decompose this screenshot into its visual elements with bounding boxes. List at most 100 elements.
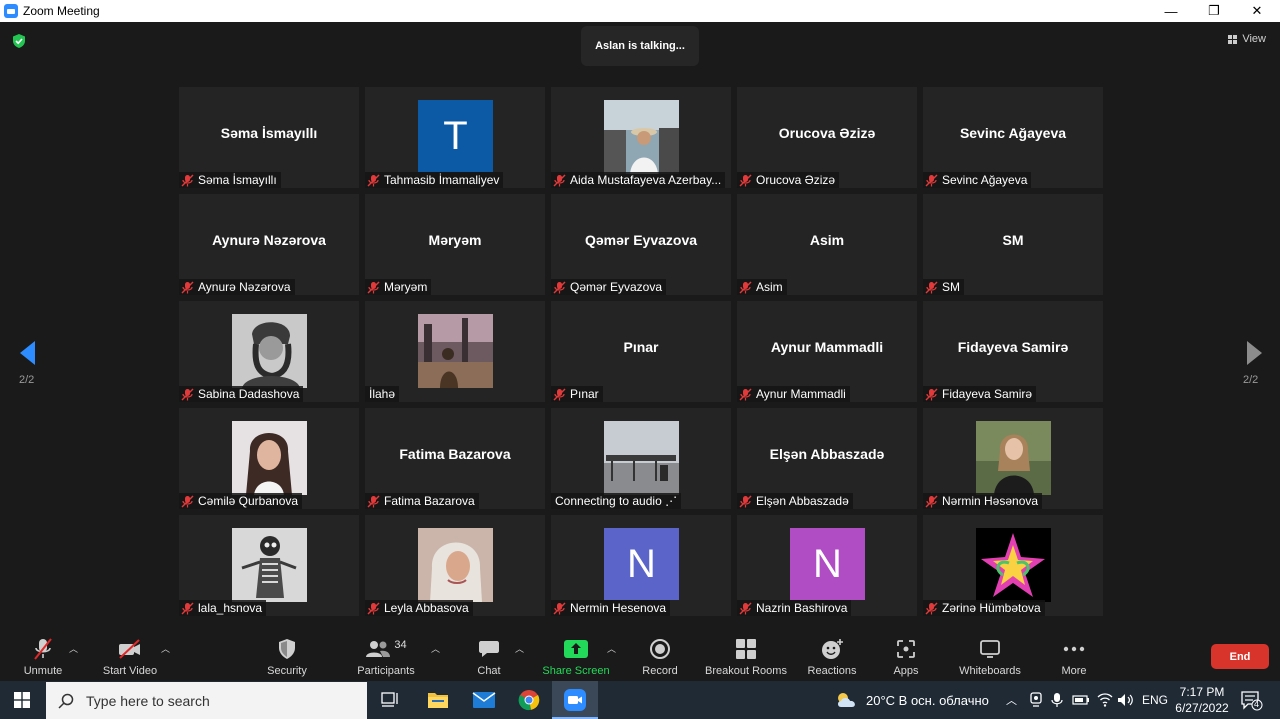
participant-tile[interactable]: Zərinə Hümbətova xyxy=(923,515,1103,616)
participant-tile[interactable]: Leyla Abbasova xyxy=(365,515,545,616)
zoom-taskbar-button[interactable] xyxy=(552,681,598,719)
chat-options-caret-icon[interactable]: ︿ xyxy=(515,642,524,655)
next-page-arrow-icon[interactable] xyxy=(1244,340,1264,366)
muted-microphone-icon xyxy=(181,174,194,187)
participant-name-text: Fatima Bazarova xyxy=(384,494,475,508)
participant-tile[interactable]: Qəmər Eyvazova Qəmər Eyvazova xyxy=(551,194,731,295)
participant-profile-photo xyxy=(232,421,307,495)
participant-name-label: Connecting to audio ⋰ xyxy=(551,493,682,509)
weather-cloud-icon[interactable] xyxy=(836,692,858,708)
participant-tile[interactable]: Nərmin Həsənova xyxy=(923,408,1103,509)
participant-display-name: Fidayeva Samirə xyxy=(957,339,1069,355)
apps-button[interactable]: Apps xyxy=(888,632,924,681)
participant-tile[interactable]: Aynur Mammadli Aynur Mammadli xyxy=(737,301,917,402)
whiteboards-button[interactable]: Whiteboards xyxy=(954,632,1026,681)
notification-count: 4 xyxy=(1254,699,1260,709)
participant-name-label: Nazrin Bashirova xyxy=(737,600,852,616)
share-options-caret-icon[interactable]: ︿ xyxy=(607,642,616,655)
windows-start-icon[interactable] xyxy=(14,692,30,708)
participant-tile[interactable]: İlahə xyxy=(365,301,545,402)
participant-tile[interactable]: Elşən Abbaszadə Elşən Abbaszadə xyxy=(737,408,917,509)
participant-name-label: Səma İsmayıllı xyxy=(179,172,281,188)
participant-profile-photo xyxy=(604,421,679,495)
microphone-muted-icon xyxy=(34,638,52,660)
participant-tile[interactable]: Asim Asim xyxy=(737,194,917,295)
view-label: View xyxy=(1242,33,1266,45)
webcam-tray-icon[interactable] xyxy=(1029,692,1043,708)
reactions-button[interactable]: Reactions xyxy=(806,632,858,681)
participant-name-label: lala_hsnova xyxy=(179,600,267,616)
participant-tile[interactable]: Aynurə Nəzərova Aynurə Nəzərova xyxy=(179,194,359,295)
close-button[interactable]: ✕ xyxy=(1234,0,1280,22)
participant-profile-photo xyxy=(604,100,679,174)
participant-tile[interactable]: lala_hsnova xyxy=(179,515,359,616)
participant-display-name: Sevinc Ağayeva xyxy=(959,125,1067,141)
share-screen-button[interactable]: Share Screen xyxy=(540,632,612,681)
zoom-app-icon xyxy=(4,4,18,18)
participant-tile[interactable]: Məryəm Məryəm xyxy=(365,194,545,295)
mail-icon[interactable] xyxy=(472,691,496,709)
window-title: Zoom Meeting xyxy=(23,4,100,18)
start-video-button[interactable]: Start Video xyxy=(100,632,160,681)
speaker-tray-icon[interactable] xyxy=(1117,692,1135,708)
view-button[interactable]: View xyxy=(1228,33,1266,45)
participant-tile[interactable]: SM SM xyxy=(923,194,1103,295)
participant-name-text: SM xyxy=(942,280,960,294)
clock[interactable]: 7:17 PM 6/27/2022 xyxy=(1170,684,1234,716)
chat-button[interactable]: Chat xyxy=(470,632,508,681)
participant-initial-avatar: T xyxy=(418,100,493,172)
participant-tile[interactable]: Fidayeva Samirə Fidayeva Samirə xyxy=(923,301,1103,402)
participant-tile[interactable]: Cəmilə Qurbanova xyxy=(179,408,359,509)
breakout-rooms-button[interactable]: Breakout Rooms xyxy=(704,632,788,681)
audio-options-caret-icon[interactable]: ︿ xyxy=(69,642,78,655)
wifi-tray-icon[interactable] xyxy=(1097,692,1113,708)
weather-text[interactable]: 20°C В осн. облачно xyxy=(866,681,989,719)
minimize-button[interactable]: — xyxy=(1148,0,1194,22)
participants-button[interactable]: 34 Participants xyxy=(356,632,416,681)
participant-tile[interactable]: N Nermin Hesenova xyxy=(551,515,731,616)
chrome-icon[interactable] xyxy=(518,689,540,711)
participant-tile[interactable]: Fatima Bazarova Fatima Bazarova xyxy=(365,408,545,509)
encryption-shield-icon[interactable] xyxy=(12,34,26,48)
participant-name-label: SM xyxy=(923,279,964,295)
language-indicator[interactable]: ENG xyxy=(1142,681,1168,719)
tray-expand-icon[interactable]: ︿ xyxy=(1006,681,1017,719)
battery-tray-icon[interactable] xyxy=(1072,693,1090,707)
video-options-caret-icon[interactable]: ︿ xyxy=(161,642,170,655)
previous-page-arrow-icon[interactable] xyxy=(18,340,38,366)
reactions-label: Reactions xyxy=(807,665,857,677)
participant-tile[interactable]: Aida Mustafayeva Azerbay... xyxy=(551,87,731,188)
participant-tile[interactable]: T Tahmasib İmamaliyev xyxy=(365,87,545,188)
participant-name-text: Nermin Hesenova xyxy=(570,601,667,615)
more-button[interactable]: More xyxy=(1056,632,1092,681)
microphone-tray-icon[interactable] xyxy=(1051,692,1063,708)
security-button[interactable]: Security xyxy=(262,632,312,681)
muted-microphone-icon xyxy=(367,495,380,508)
participants-options-caret-icon[interactable]: ︿ xyxy=(431,642,440,655)
participant-name-text: Orucova Əzizə xyxy=(756,173,836,187)
notifications-icon[interactable] xyxy=(1241,691,1263,711)
participant-gallery: Səma İsmayıllı Səma İsmayıllı T Tahmasib İm… xyxy=(179,87,1103,617)
participant-tile[interactable]: Connecting to audio ⋰ xyxy=(551,408,731,509)
participant-name-text: lala_hsnova xyxy=(198,601,263,615)
participant-tile[interactable]: Sevinc Ağayeva Sevinc Ağayeva xyxy=(923,87,1103,188)
muted-microphone-icon xyxy=(925,388,938,401)
participant-tile[interactable]: Səma İsmayıllı Səma İsmayıllı xyxy=(179,87,359,188)
participant-profile-photo xyxy=(418,528,493,602)
participant-tile[interactable]: Sabina Dadashova xyxy=(179,301,359,402)
participant-tile[interactable]: Orucova Əzizə Orucova Əzizə xyxy=(737,87,917,188)
record-button[interactable]: Record xyxy=(638,632,682,681)
end-meeting-button[interactable]: End xyxy=(1211,644,1269,669)
muted-microphone-icon xyxy=(739,281,752,294)
task-view-icon[interactable] xyxy=(381,692,399,708)
unmute-button[interactable]: Unmute xyxy=(18,632,68,681)
muted-microphone-icon xyxy=(553,174,566,187)
muted-microphone-icon xyxy=(553,281,566,294)
record-icon xyxy=(650,639,670,659)
participant-tile[interactable]: Pınar Pınar xyxy=(551,301,731,402)
participant-tile[interactable]: N Nazrin Bashirova xyxy=(737,515,917,616)
file-explorer-icon[interactable] xyxy=(427,690,449,710)
taskbar-search-box[interactable]: Type here to search xyxy=(46,682,367,719)
restore-button[interactable]: ❐ xyxy=(1191,0,1237,22)
participant-name-label: Pınar xyxy=(551,386,603,402)
